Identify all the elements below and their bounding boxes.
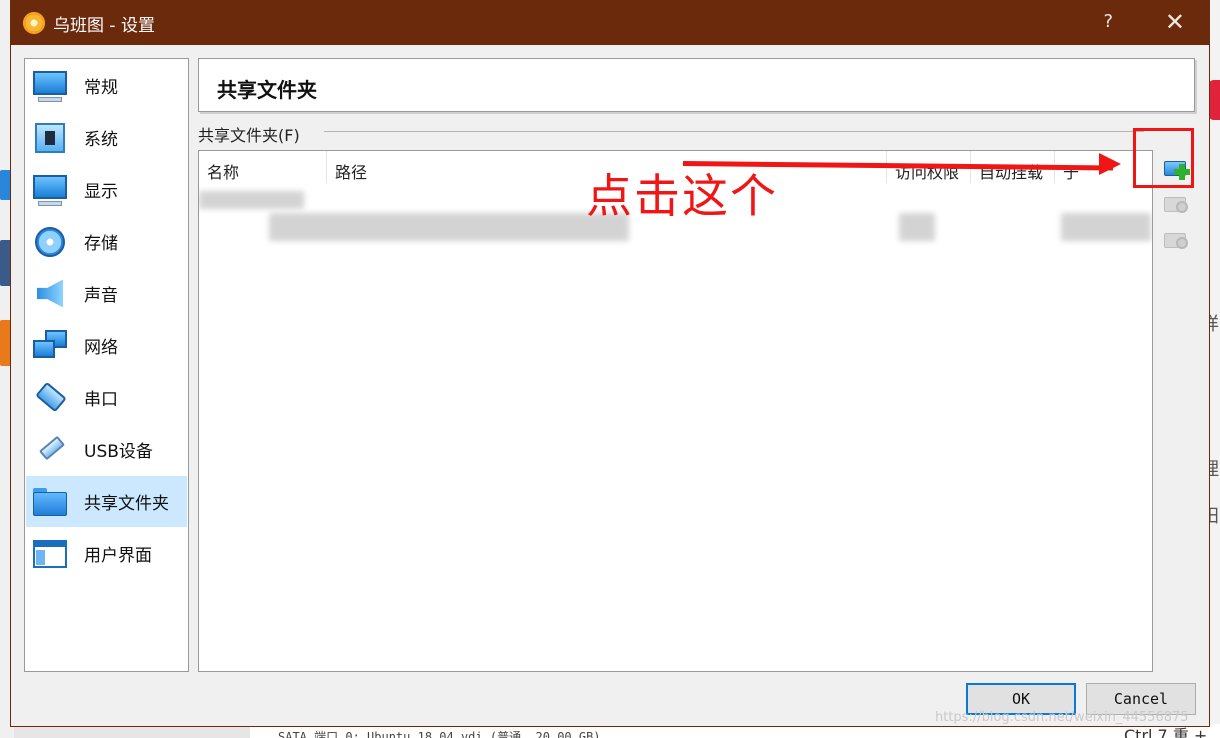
redacted-cell [1061,213,1151,241]
help-button[interactable]: ? [1103,11,1113,32]
redacted-cell [269,213,629,241]
display-icon [32,172,68,208]
annotation-text: 点击这个 [586,169,778,223]
sidebar-item-label: 共享文件夹 [84,494,169,514]
redacted-cell [899,213,935,241]
sidebar-item-display[interactable]: 显示 [26,164,187,215]
sidebar-item-label: 用户界面 [84,546,152,566]
sidebar-item-label: 常规 [84,78,118,98]
chip-icon [32,120,68,156]
settings-dialog: 乌班图 - 设置 ? ✕ 常规 系统 显示 存储 声音 网络 串口 USB设备 … [10,0,1210,727]
settings-sidebar: 常规 系统 显示 存储 声音 网络 串口 USB设备 共享文件夹 用户界面 [24,58,189,672]
background-storage-text: SATA 端口 0: Ubuntu 18.04.vdi (普通, 20.00 G… [278,730,601,738]
monitor-icon [32,68,68,104]
sidebar-item-usb[interactable]: USB设备 [26,424,187,475]
sidebar-item-label: USB设备 [84,442,153,462]
watermark: https://blog.csdn.net/weixin_44556875 [935,710,1189,725]
annotation-highlight-box [1133,128,1194,188]
speaker-icon [32,276,68,312]
sidebar-item-shared-folders[interactable]: 共享文件夹 [26,476,187,527]
sidebar-item-label: 系统 [84,130,118,150]
sidebar-item-user-interface[interactable]: 用户界面 [26,528,187,579]
shared-folders-table[interactable]: 名称 路径 访问权限 自动挂载 于 [198,150,1153,672]
shared-folders-group-label: 共享文件夹(F) [198,122,306,146]
annotation-arrow-head [1099,153,1121,175]
page-title: 共享文件夹 [217,78,317,102]
remove-shared-folder-button[interactable] [1161,225,1191,253]
sidebar-item-label: 网络 [84,338,118,358]
sidebar-item-audio[interactable]: 声音 [26,268,187,319]
window-title: 乌班图 - 设置 [53,15,155,36]
serial-port-icon [32,380,68,416]
edit-shared-folder-button[interactable] [1161,189,1191,217]
sidebar-item-system[interactable]: 系统 [26,112,187,163]
screen: 详 理 田 SATA 端口 0: Ubuntu 18.04.vdi (普通, 2… [0,0,1220,738]
sidebar-item-label: 显示 [84,182,118,202]
close-button[interactable]: ✕ [1165,8,1185,36]
column-header-name[interactable]: 名称 [199,151,327,183]
sidebar-item-network[interactable]: 网络 [26,320,187,371]
sidebar-item-label: 存储 [84,234,118,254]
sidebar-item-label: 串口 [84,390,118,410]
shared-folder-icon [32,484,68,520]
redacted-cell [199,191,304,209]
title-bar[interactable]: 乌班图 - 设置 ? ✕ [11,1,1209,45]
sidebar-item-general[interactable]: 常规 [26,60,187,111]
disk-icon [32,224,68,260]
virtualbox-app-icon [23,12,45,34]
sidebar-item-storage[interactable]: 存储 [26,216,187,267]
usb-icon [32,432,68,468]
user-interface-icon [32,536,68,572]
network-icon [32,328,68,364]
group-divider [324,131,1144,132]
sidebar-item-serial-ports[interactable]: 串口 [26,372,187,423]
sidebar-item-label: 声音 [84,286,118,306]
page-header: 共享文件夹 [198,58,1195,112]
